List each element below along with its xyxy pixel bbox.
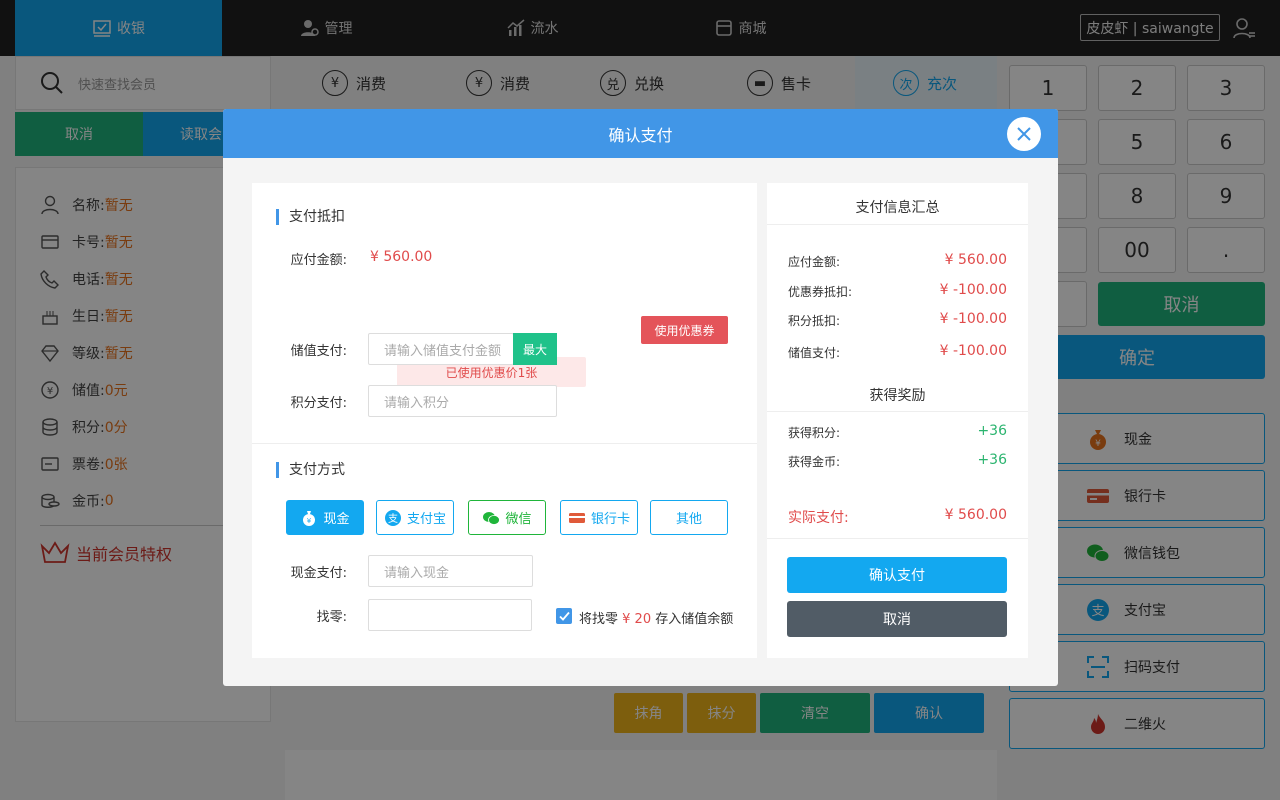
method-cash[interactable]: ¥ 现金 bbox=[286, 500, 364, 535]
use-coupon-button[interactable]: 使用优惠券 bbox=[641, 316, 728, 344]
method-alipay[interactable]: 支 支付宝 bbox=[376, 500, 454, 535]
method-bank-card[interactable]: 银行卡 bbox=[560, 500, 638, 535]
method-label: 支付宝 bbox=[406, 512, 446, 527]
due-value: ¥ 560.00 bbox=[370, 249, 433, 265]
cash-pay-label: 现金支付: bbox=[290, 566, 347, 581]
reward-value: +36 bbox=[977, 452, 1007, 468]
deposit-suffix: 存入储值余额 bbox=[655, 612, 734, 627]
alipay-icon: 支 bbox=[384, 509, 401, 526]
deposit-prefix: 将找零 bbox=[579, 612, 619, 627]
modal-title: 确认支付 bbox=[223, 109, 1058, 158]
modal-close-button[interactable] bbox=[1007, 117, 1041, 151]
change-input[interactable] bbox=[368, 599, 532, 631]
deduct-section-title: 支付抵扣 bbox=[276, 209, 345, 225]
cancel-payment-button[interactable]: 取消 bbox=[787, 601, 1007, 637]
summary-label: 优惠券抵扣: bbox=[788, 285, 853, 299]
method-other[interactable]: 其他 bbox=[650, 500, 728, 535]
actions-divider bbox=[767, 538, 1028, 539]
points-pay-label: 积分支付: bbox=[290, 396, 347, 411]
points-pay-input[interactable]: 请输入积分 bbox=[368, 385, 557, 417]
money-bag-icon: ¥ bbox=[303, 510, 316, 526]
close-icon bbox=[1017, 127, 1031, 141]
check-icon bbox=[558, 611, 570, 621]
summary-title: 支付信息汇总 bbox=[855, 200, 940, 216]
reward-title: 获得奖励 bbox=[869, 388, 926, 404]
reward-label: 获得积分: bbox=[788, 426, 841, 440]
summary-value: ¥ -100.00 bbox=[939, 311, 1007, 327]
payment-summary-panel: 支付信息汇总 应付金额: ¥ 560.00 优惠券抵扣: ¥ -100.00 积… bbox=[767, 183, 1028, 658]
method-label: 其他 bbox=[675, 512, 702, 527]
method-label: 现金 bbox=[323, 512, 350, 527]
change-label: 找零: bbox=[316, 610, 347, 625]
summary-label: 应付金额: bbox=[788, 255, 841, 269]
stored-pay-label: 储值支付: bbox=[290, 344, 347, 359]
cash-pay-input[interactable]: 请输入现金 bbox=[368, 555, 533, 587]
deposit-change-checkbox[interactable] bbox=[556, 608, 572, 624]
confirm-payment-modal: 确认支付 支付抵扣 应付金额: ¥ 560.00 使用优惠券 已使用优惠价1张 … bbox=[223, 109, 1058, 686]
actual-pay-value: ¥ 560.00 bbox=[944, 507, 1007, 523]
method-label: 微信 bbox=[505, 512, 532, 527]
reward-label: 获得金币: bbox=[788, 455, 841, 469]
section-divider bbox=[252, 443, 757, 444]
due-label: 应付金额: bbox=[290, 253, 347, 268]
deposit-amount: ¥ 20 bbox=[622, 612, 652, 627]
summary-divider bbox=[767, 224, 1028, 225]
svg-text:¥: ¥ bbox=[307, 517, 312, 525]
summary-value: ¥ -100.00 bbox=[939, 282, 1007, 298]
reward-divider bbox=[767, 411, 1028, 412]
actual-pay-label: 实际支付: bbox=[788, 510, 849, 526]
stored-pay-input[interactable]: 请输入储值支付金额 bbox=[368, 333, 514, 365]
reward-value: +36 bbox=[977, 423, 1007, 439]
method-section-title: 支付方式 bbox=[276, 462, 345, 478]
method-wechat[interactable]: 微信 bbox=[468, 500, 546, 535]
payment-form-panel: 支付抵扣 应付金额: ¥ 560.00 使用优惠券 已使用优惠价1张 储值支付:… bbox=[252, 183, 757, 658]
bank-card-icon bbox=[568, 512, 585, 523]
max-button[interactable]: 最大 bbox=[513, 333, 557, 365]
summary-value: ¥ 560.00 bbox=[944, 252, 1007, 268]
deposit-change-text: 将找零 ¥ 20 存入储值余额 bbox=[579, 608, 733, 627]
wechat-icon bbox=[483, 511, 501, 525]
svg-text:支: 支 bbox=[388, 513, 398, 525]
summary-label: 积分抵扣: bbox=[788, 314, 841, 328]
summary-value: ¥ -100.00 bbox=[939, 343, 1007, 359]
method-label: 银行卡 bbox=[590, 512, 630, 527]
confirm-payment-button[interactable]: 确认支付 bbox=[787, 557, 1007, 593]
summary-label: 储值支付: bbox=[788, 346, 841, 360]
